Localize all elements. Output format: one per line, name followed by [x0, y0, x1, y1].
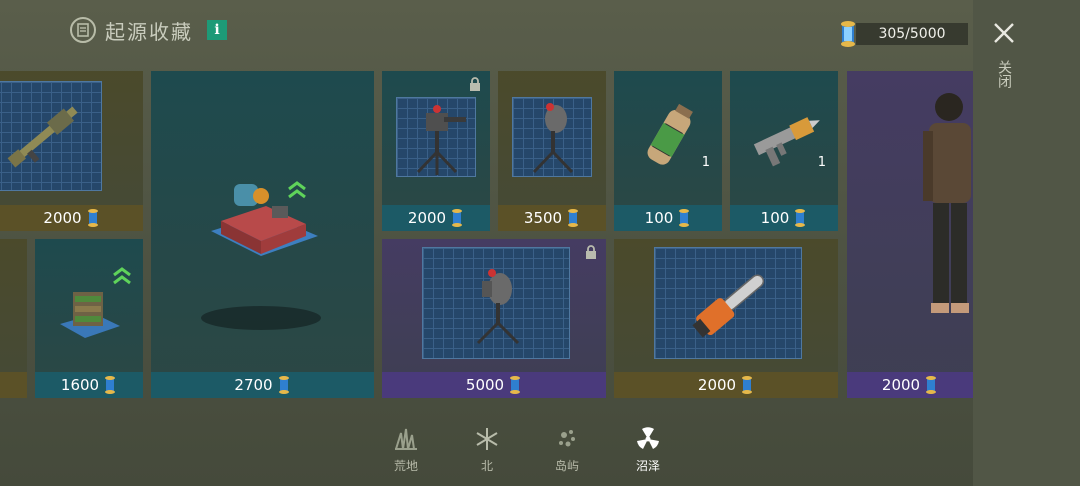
price-value: 2000	[697, 376, 737, 394]
price-bar	[0, 372, 27, 398]
item-shadow	[201, 306, 321, 330]
rifle-blueprint-icon	[7, 106, 78, 168]
price-bar: 2000	[614, 372, 838, 398]
workbench-icon	[211, 184, 318, 256]
currency-value: 305/5000	[856, 23, 968, 45]
tab-label: 岛屿	[554, 459, 579, 473]
price-bar: 1600	[35, 372, 143, 398]
scroll-token-icon	[510, 376, 521, 394]
item-card-heavy-turret[interactable]: 5000	[382, 239, 606, 398]
item-card-syringe-gun[interactable]: 1 100	[730, 71, 838, 231]
scroll-token-icon	[105, 376, 116, 394]
tab-label: 沼泽	[635, 459, 660, 473]
scroll-token-icon	[452, 209, 463, 227]
item-card-turret-2[interactable]: 3500	[498, 71, 606, 231]
scroll-token-icon	[926, 376, 937, 394]
snowflake-icon	[476, 428, 498, 450]
grass-icon	[395, 428, 417, 450]
shelf-blueprint-icon	[60, 292, 120, 338]
price-bar: 2000	[847, 372, 973, 398]
scroll-token-icon	[742, 376, 753, 394]
scroll-token-icon	[679, 209, 690, 227]
close-label[interactable]: 关闭	[996, 60, 1012, 88]
price-bar: 2000	[0, 205, 143, 231]
page-title: 起源收藏	[105, 19, 193, 44]
item-card-canister[interactable]: 1 100	[614, 71, 722, 231]
price-bar: 5000	[382, 372, 606, 398]
price-value: 3500	[523, 209, 563, 227]
currency-display: 305/5000	[838, 20, 968, 48]
collection-emblem-icon	[70, 17, 96, 43]
turret-blueprint-icon	[416, 105, 466, 175]
item-card-partial[interactable]	[0, 239, 27, 398]
item-quantity: 1	[701, 155, 710, 170]
price-value: 5000	[465, 376, 505, 394]
price-bar: 100	[614, 205, 722, 231]
scroll-token-icon	[87, 209, 98, 227]
tab-island[interactable]: 岛屿	[542, 427, 592, 474]
item-card-workbench[interactable]: 2700	[151, 71, 374, 398]
chainsaw-blueprint-icon	[692, 274, 765, 338]
tab-label: 北	[480, 459, 493, 473]
tab-swamp[interactable]: 沼泽	[623, 427, 673, 474]
scroll-token-icon	[568, 209, 579, 227]
lock-icon	[470, 77, 480, 91]
gas-canister-icon	[647, 103, 693, 165]
header: 起源收藏 i	[70, 14, 227, 46]
item-card-chainsaw[interactable]: 2000	[614, 239, 838, 398]
price-bar: 3500	[498, 205, 606, 231]
item-card-shelf[interactable]: 1600	[35, 239, 143, 398]
scroll-token-icon	[795, 209, 806, 227]
item-card-rifle[interactable]: 2000	[0, 71, 143, 231]
item-quantity: 1	[817, 155, 826, 170]
heavy-turret-blueprint-icon	[476, 269, 520, 345]
close-icon[interactable]	[991, 20, 1017, 46]
radiation-icon	[637, 427, 659, 449]
syringe-gun-icon	[753, 117, 820, 167]
item-card-outfit[interactable]: 2000	[847, 71, 973, 398]
tab-wasteland[interactable]: 荒地	[381, 427, 431, 474]
price-bar: 2000	[382, 205, 490, 231]
price-bar: 100	[730, 205, 838, 231]
price-value: 2000	[407, 209, 447, 227]
info-button[interactable]: i	[207, 20, 227, 40]
item-card-turret-1[interactable]: 2000	[382, 71, 490, 231]
turret-blueprint-icon	[532, 103, 574, 174]
tab-north[interactable]: 北	[462, 427, 512, 474]
price-bar: 2700	[151, 372, 374, 398]
price-value: 100	[644, 209, 674, 227]
price-value: 2000	[881, 376, 921, 394]
price-value: 1600	[60, 376, 100, 394]
price-value: 2000	[43, 209, 82, 227]
side-panel	[973, 0, 1080, 486]
island-icon	[559, 430, 575, 447]
price-value: 2700	[234, 376, 273, 394]
scroll-token-icon	[278, 376, 289, 394]
lock-icon	[586, 245, 596, 259]
tab-label: 荒地	[393, 459, 418, 473]
price-value: 100	[760, 209, 790, 227]
character-outfit-icon	[923, 93, 971, 313]
